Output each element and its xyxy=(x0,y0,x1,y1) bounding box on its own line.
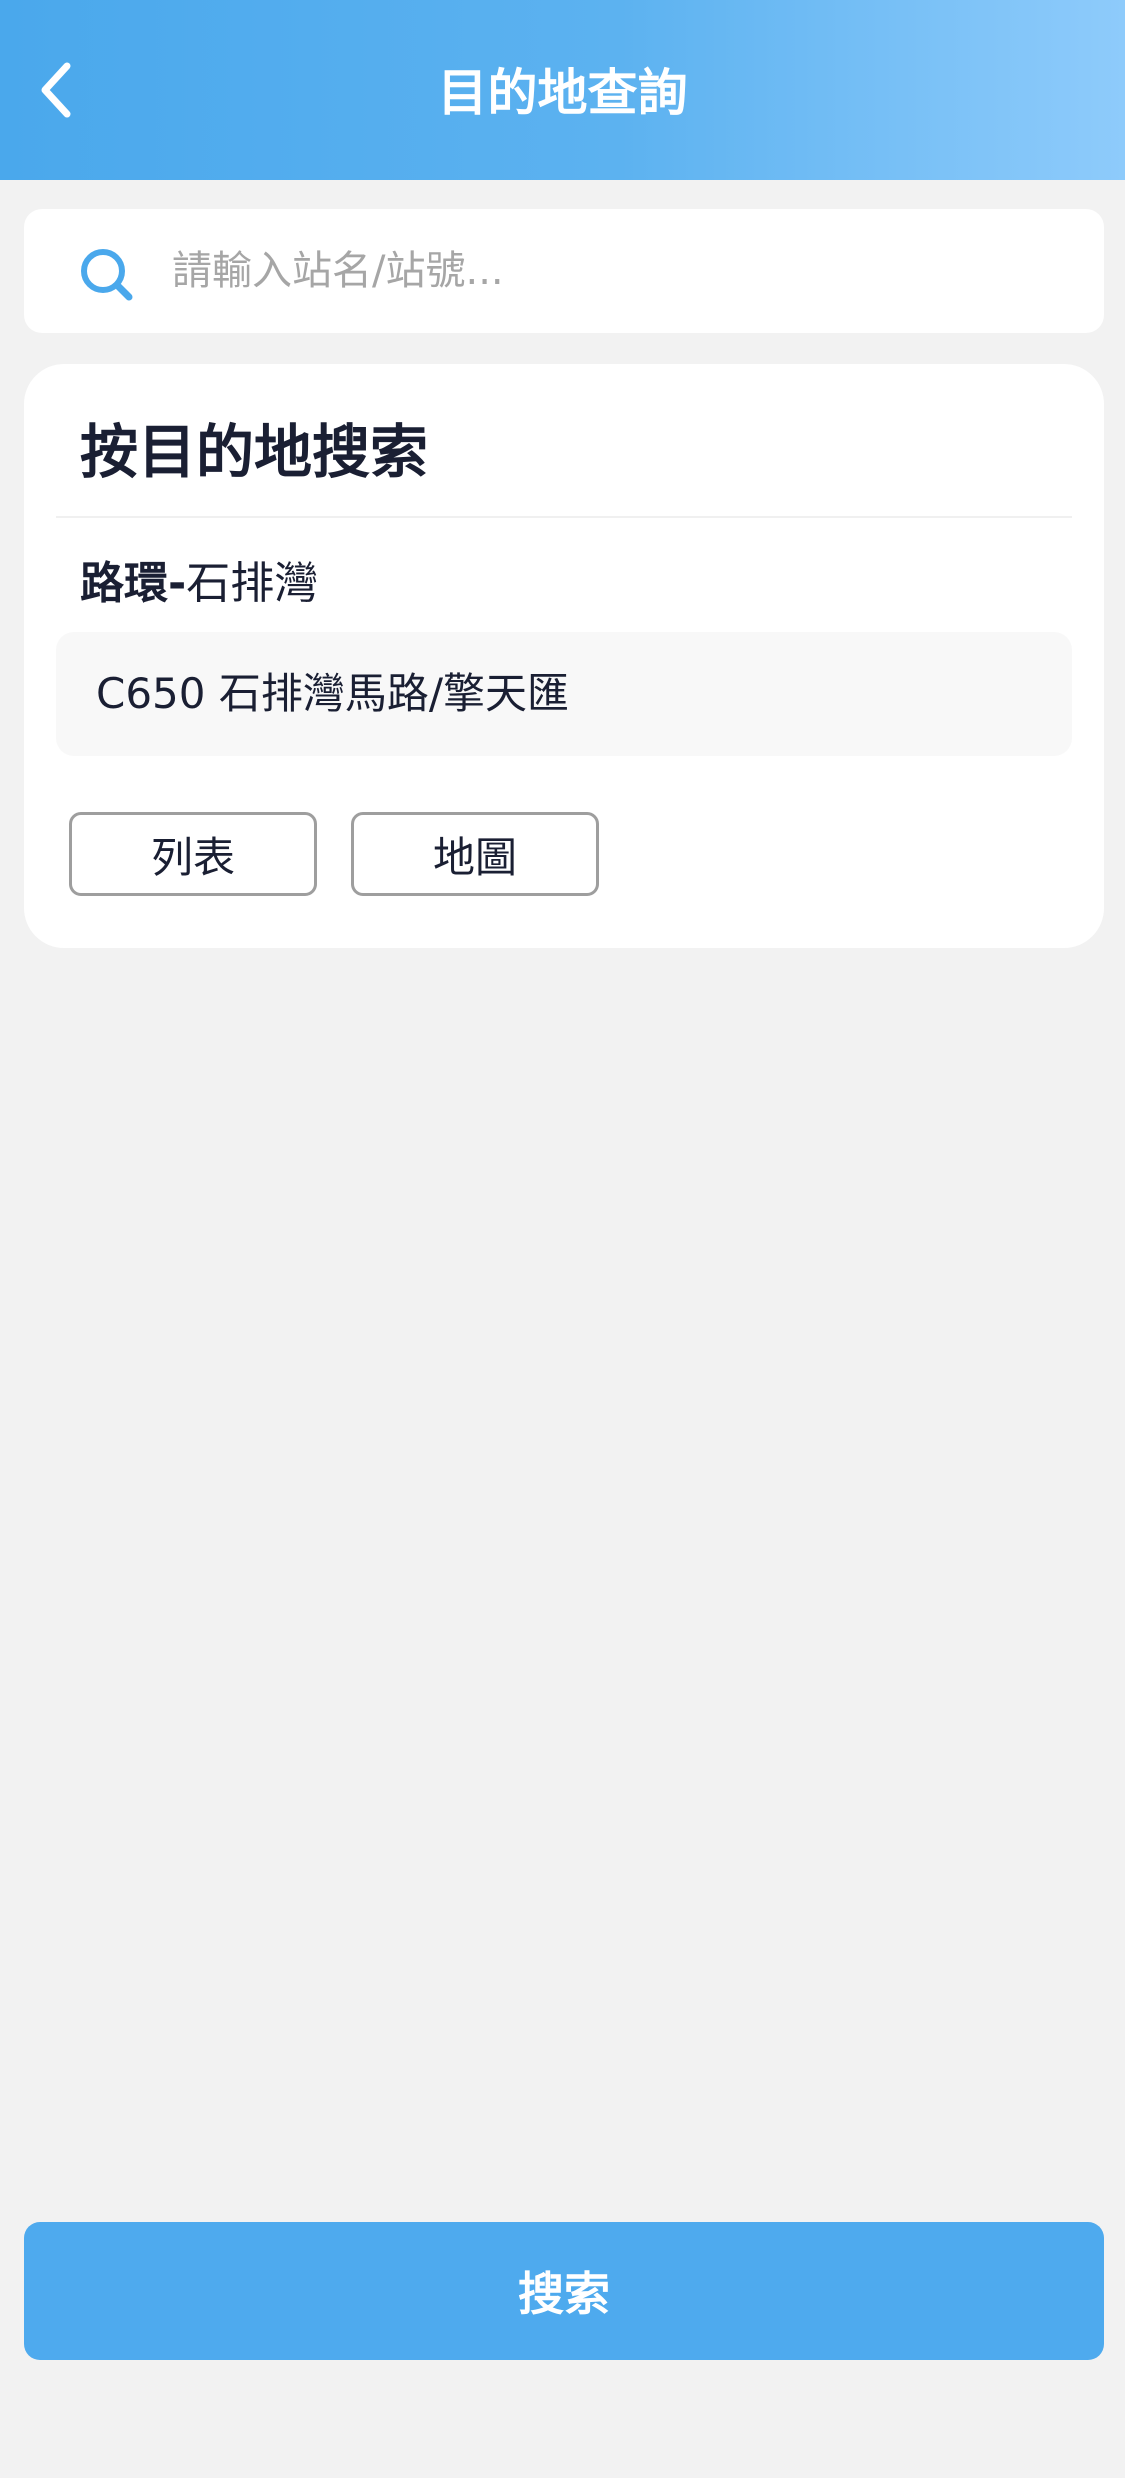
search-input[interactable] xyxy=(172,239,1052,303)
destination-search-card: 按目的地搜索 路環-石排灣 C650 石排灣馬路/擎天匯 列表 地圖 xyxy=(24,364,1104,948)
stop-label: C650 石排灣馬路/擎天匯 xyxy=(96,669,569,718)
search-bar[interactable] xyxy=(24,209,1104,333)
route-separator: - xyxy=(168,558,187,609)
route-origin: 路環 xyxy=(80,558,168,609)
list-view-button[interactable]: 列表 xyxy=(69,812,317,896)
divider xyxy=(56,516,1072,518)
route-info: 路環-石排灣 xyxy=(80,554,318,614)
stop-item[interactable]: C650 石排灣馬路/擎天匯 xyxy=(56,632,1072,756)
map-view-button[interactable]: 地圖 xyxy=(351,812,599,896)
app-header: 目的地查詢 xyxy=(0,0,1125,180)
page-title: 目的地查詢 xyxy=(437,64,688,122)
search-button[interactable]: 搜索 xyxy=(24,2222,1104,2360)
card-title: 按目的地搜索 xyxy=(80,418,429,486)
route-destination: 石排灣 xyxy=(186,558,319,609)
search-icon xyxy=(81,249,133,301)
